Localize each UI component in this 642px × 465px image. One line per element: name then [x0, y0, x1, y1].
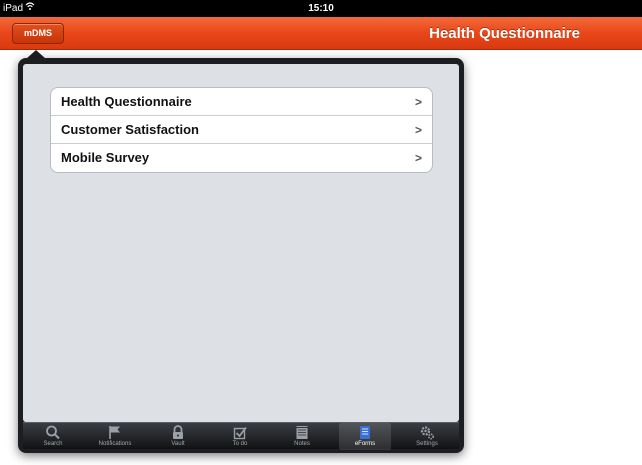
list-item-label: Customer Satisfaction — [61, 122, 199, 137]
tab-todo[interactable]: To do — [214, 423, 266, 450]
list-item-health-questionnaire[interactable]: Health Questionnaire > — [51, 88, 432, 116]
popover-menu: Health Questionnaire > Customer Satisfac… — [18, 58, 464, 453]
tab-label: Notifications — [98, 441, 132, 447]
chevron-right-icon: > — [414, 95, 422, 109]
tab-vault[interactable]: Vault — [152, 423, 204, 450]
page-title: Health Questionnaire — [429, 25, 580, 42]
notepad-icon — [276, 423, 328, 440]
tab-search[interactable]: Search — [27, 423, 79, 450]
tab-label: eForms — [354, 441, 376, 447]
tab-settings[interactable]: Settings — [401, 423, 453, 450]
popover-content: Health Questionnaire > Customer Satisfac… — [23, 64, 459, 422]
chevron-right-icon: > — [414, 123, 422, 137]
tab-label: Vault — [171, 441, 185, 447]
ipad-screen: iPad 15:10 mDMS Health Questionnaire Hea… — [0, 0, 642, 465]
tab-notes[interactable]: Notes — [276, 423, 328, 450]
form-icon — [339, 423, 391, 440]
status-time: 15:10 — [308, 3, 334, 14]
lock-icon — [152, 423, 204, 440]
list-item-label: Mobile Survey — [61, 150, 150, 165]
eforms-list: Health Questionnaire > Customer Satisfac… — [50, 87, 433, 173]
tab-label: Settings — [416, 441, 438, 447]
navigation-bar: mDMS Health Questionnaire — [0, 17, 642, 50]
mdms-button[interactable]: mDMS — [12, 23, 64, 44]
status-bar: iPad 15:10 — [0, 0, 642, 17]
tab-label: To do — [232, 441, 248, 447]
flag-icon — [89, 423, 141, 440]
tab-label: Search — [43, 441, 63, 447]
gears-icon — [401, 423, 453, 440]
tab-eforms[interactable]: eForms — [339, 423, 391, 450]
list-item-mobile-survey[interactable]: Mobile Survey > — [51, 144, 432, 172]
list-item-label: Health Questionnaire — [61, 94, 192, 109]
list-item-customer-satisfaction[interactable]: Customer Satisfaction > — [51, 116, 432, 144]
chevron-right-icon: > — [414, 151, 422, 165]
tab-bar: Search Notifications Vault To do Notes e… — [23, 422, 459, 450]
tab-notifications[interactable]: Notifications — [89, 423, 141, 450]
tab-label: Notes — [294, 441, 310, 447]
checkbox-icon — [214, 423, 266, 440]
search-icon — [27, 423, 79, 440]
